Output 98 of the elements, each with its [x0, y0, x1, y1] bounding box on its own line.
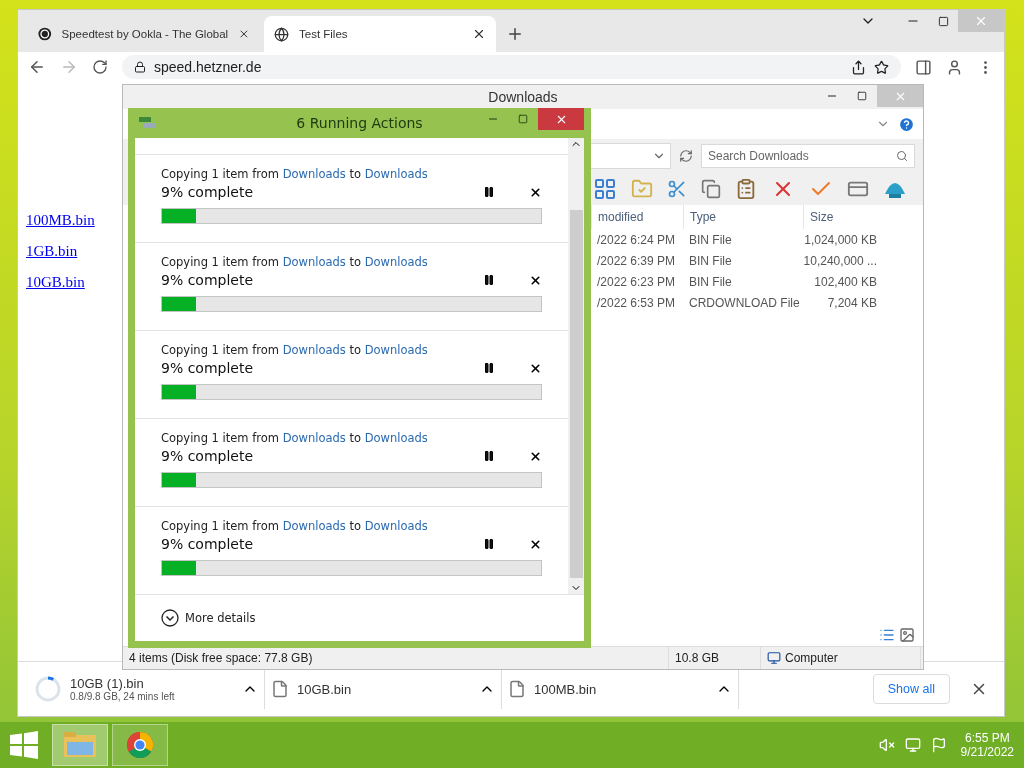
file-link[interactable]: 1GB.bin	[26, 243, 78, 260]
back-icon[interactable]	[28, 58, 46, 76]
column-header[interactable]: Size	[803, 205, 883, 229]
folder-link[interactable]: Downloads	[364, 431, 428, 445]
details-view-icon[interactable]	[879, 627, 895, 643]
action-description: Copying 1 item from Downloads to Downloads	[161, 519, 429, 533]
show-all-button[interactable]: Show all	[872, 674, 950, 704]
folder-link[interactable]: Downloads	[282, 519, 346, 533]
url-text: speed.hetzner.de	[154, 59, 262, 75]
table-cell-text: BIN File	[688, 273, 733, 291]
share-icon[interactable]	[851, 59, 866, 75]
profile-icon[interactable]	[946, 58, 963, 76]
table-cell-text: 102,400 KB	[813, 273, 878, 291]
cancel-icon[interactable]	[529, 273, 542, 287]
file-name: 10GB (1).bin	[70, 676, 145, 691]
pause-icon[interactable]	[483, 450, 495, 462]
pause-icon[interactable]	[483, 186, 495, 198]
table-cell-text: 10,240,000 ...	[803, 252, 878, 270]
download-status: 0.8/9.8 GB, 24 mins left	[70, 691, 176, 702]
progress-text: 9% complete	[161, 272, 255, 288]
globe-icon	[274, 26, 289, 42]
copy-icon[interactable]	[701, 179, 721, 199]
pause-icon[interactable]	[483, 274, 495, 286]
computer-icon	[767, 651, 781, 665]
thumbnail-view-icon[interactable]	[899, 627, 915, 643]
search-field[interactable]: Search Downloads	[701, 144, 915, 168]
file-link[interactable]: 100MB.bin	[26, 212, 95, 229]
progress-text: 9% complete	[161, 184, 255, 200]
lock-icon	[134, 61, 146, 73]
table-cell-text: BIN File	[688, 231, 733, 249]
placeholder-text: Search Downloads	[708, 149, 809, 163]
action-description: Copying 1 item from Downloads to Downloads	[161, 255, 429, 269]
table-cell-text: /2022 6:23 PM	[596, 273, 677, 291]
search-icon[interactable]	[896, 150, 908, 162]
file-icon	[271, 680, 289, 698]
status-text: Computer	[785, 651, 838, 665]
progress-text: 9% complete	[161, 360, 255, 376]
action-description: Copying 1 item from Downloads to Downloads	[161, 343, 429, 357]
folder-link[interactable]: Downloads	[364, 519, 428, 533]
side-panel-icon[interactable]	[915, 58, 932, 76]
table-cell-text: 1,024,000 KB	[803, 231, 878, 249]
table-cell-text: 7,204 KB	[826, 294, 878, 312]
refresh-icon[interactable]	[679, 149, 693, 163]
network-icon[interactable]	[904, 737, 921, 753]
file-name: 10GB.bin	[297, 681, 353, 697]
cut-icon[interactable]	[667, 179, 687, 199]
copy-icon	[139, 117, 155, 129]
pause-icon[interactable]	[483, 362, 495, 374]
folder-link[interactable]: Downloads	[364, 255, 428, 269]
browser-tab[interactable]: Speedtest by Ookla - The Global	[28, 16, 260, 52]
table-cell-text: BIN File	[688, 252, 733, 270]
address-bar[interactable]: speed.hetzner.de	[122, 55, 901, 79]
status-text: 10.8 GB	[669, 647, 761, 669]
folder-check-icon[interactable]	[631, 178, 653, 200]
pane-icon[interactable]	[593, 177, 617, 201]
flag-icon[interactable]	[930, 737, 947, 753]
scrollbar[interactable]	[568, 138, 584, 594]
window-title: Downloads	[488, 89, 558, 105]
folder-link[interactable]: Downloads	[364, 167, 428, 181]
folder-link[interactable]: Downloads	[282, 431, 346, 445]
window-title: 6 Running Actions	[296, 115, 423, 131]
cancel-icon[interactable]	[529, 361, 542, 375]
date-text: 9/21/2022	[960, 745, 1014, 759]
file-name: 100MB.bin	[534, 681, 598, 697]
table-cell-text: /2022 6:39 PM	[596, 252, 677, 270]
cancel-icon[interactable]	[529, 537, 542, 551]
table-cell-text: /2022 6:53 PM	[596, 294, 677, 312]
chrome-icon[interactable]	[126, 731, 154, 759]
reload-icon[interactable]	[92, 59, 108, 75]
cancel-icon[interactable]	[529, 185, 542, 199]
folder-link[interactable]: Downloads	[282, 255, 346, 269]
progress-text: 9% complete	[161, 536, 255, 552]
gauge-icon	[38, 26, 52, 42]
folder-link[interactable]: Downloads	[282, 343, 346, 357]
file-link[interactable]: 10GB.bin	[26, 274, 85, 291]
time-text: 6:55 PM	[964, 731, 1010, 745]
action-description: Copying 1 item from Downloads to Downloads	[161, 167, 429, 181]
pause-icon[interactable]	[483, 538, 495, 550]
star-icon[interactable]	[874, 59, 889, 75]
folder-link[interactable]: Downloads	[364, 343, 428, 357]
action-description: Copying 1 item from Downloads to Downloads	[161, 431, 429, 445]
browser-tab[interactable]: Test Files	[264, 16, 496, 52]
more-details-link[interactable]: More details	[185, 611, 256, 625]
column-header[interactable]: Type	[683, 205, 803, 229]
table-cell-text: /2022 6:24 PM	[596, 231, 677, 249]
progress-text: 9% complete	[161, 448, 255, 464]
volume-icon[interactable]	[878, 737, 895, 753]
folder-link[interactable]: Downloads	[282, 167, 346, 181]
cancel-icon[interactable]	[529, 449, 542, 463]
close-icon[interactable]	[472, 27, 486, 41]
table-cell-text: CRDOWNLOAD File	[688, 294, 801, 312]
start-icon[interactable]	[10, 731, 38, 759]
paste-icon[interactable]	[735, 178, 757, 200]
file-icon	[508, 680, 526, 698]
new-tab-icon[interactable]	[506, 25, 524, 43]
taskbar-button[interactable]	[112, 724, 168, 766]
expand-icon[interactable]	[161, 609, 179, 627]
help-icon[interactable]	[898, 115, 915, 133]
